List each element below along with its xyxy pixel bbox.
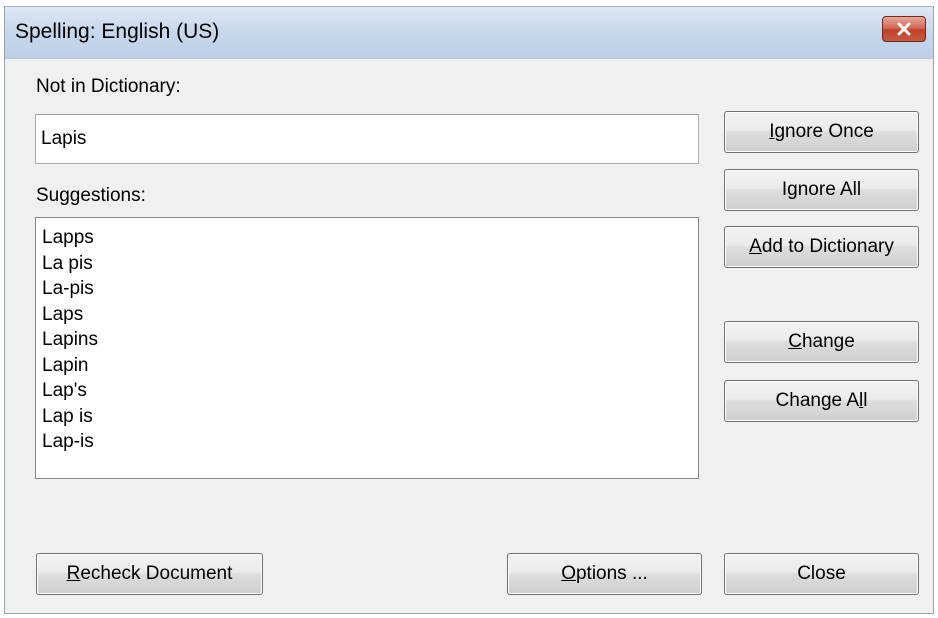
suggestions-list[interactable]: Lapps La pis La-pis Laps Lapins Lapin La…: [35, 217, 699, 479]
not-in-dictionary-field[interactable]: Lapis: [35, 114, 699, 164]
ignore-all-label: nore All: [797, 179, 862, 200]
list-item[interactable]: Lapins: [42, 327, 698, 353]
list-item[interactable]: Laps: [42, 302, 698, 328]
list-item[interactable]: Lap's: [42, 378, 698, 404]
ignore-once-label: gnore Once: [774, 121, 874, 142]
change-button[interactable]: Change: [724, 321, 919, 363]
add-to-dictionary-accel: A: [749, 236, 762, 257]
close-label: Close: [797, 563, 846, 584]
list-item[interactable]: La-pis: [42, 276, 698, 302]
change-accel: C: [788, 331, 802, 352]
recheck-document-button[interactable]: Recheck Document: [36, 553, 263, 595]
close-window-button[interactable]: [882, 16, 926, 42]
not-in-dictionary-label: Not in Dictionary:: [36, 76, 181, 97]
change-label: hange: [801, 331, 855, 352]
change-all-label: l: [863, 390, 868, 411]
add-to-dictionary-label: dd to Dictionary: [761, 236, 894, 257]
close-button[interactable]: Close: [724, 553, 919, 595]
list-item[interactable]: La pis: [42, 251, 698, 277]
list-item[interactable]: Lap is: [42, 404, 698, 430]
add-to-dictionary-button[interactable]: Add to Dictionary: [724, 226, 919, 268]
change-all-label-pre: Change A: [775, 390, 859, 411]
spelling-dialog: Spelling: English (US) Not in Dictionary…: [4, 6, 934, 614]
options-label: ptions ...: [575, 563, 648, 584]
options-accel: O: [561, 563, 576, 584]
ignore-once-button[interactable]: Ignore Once: [724, 111, 919, 153]
recheck-document-accel: R: [66, 563, 81, 584]
ignore-all-button[interactable]: Ig nore All: [724, 169, 919, 211]
list-item[interactable]: Lap-is: [42, 429, 698, 455]
options-button[interactable]: Options ...: [507, 553, 702, 595]
list-item[interactable]: Lapin: [42, 353, 698, 379]
close-icon: [897, 22, 911, 36]
ignore-all-accel: g: [787, 179, 798, 200]
list-item[interactable]: Lapps: [42, 225, 698, 251]
window-title: Spelling: English (US): [15, 20, 220, 43]
change-all-button[interactable]: Change All: [724, 380, 919, 422]
recheck-document-label: echeck Document: [80, 563, 233, 584]
suggestions-label: Suggestions:: [36, 185, 146, 206]
title-bar[interactable]: Spelling: English (US): [5, 7, 933, 59]
